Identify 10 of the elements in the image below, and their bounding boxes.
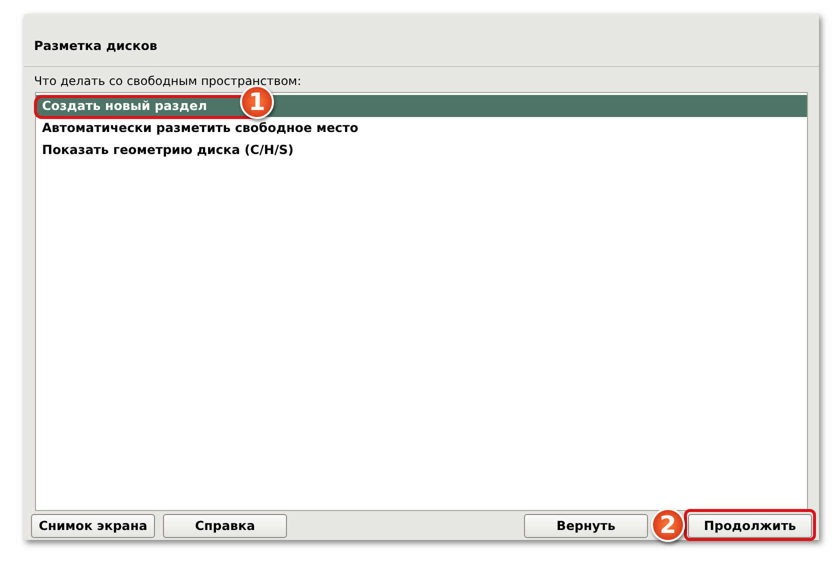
option-item[interactable]: Показать геометрию диска (C/H/S): [36, 139, 807, 161]
step-badge: 1: [240, 85, 274, 119]
prompt-label: Что делать со свободным пространством:: [34, 74, 302, 88]
dialog-title: Разметка дисков: [34, 38, 158, 53]
dialog-button[interactable]: Справка: [163, 514, 287, 538]
step-badge: 2: [651, 508, 685, 542]
option-item[interactable]: Автоматически разметить свободное место: [36, 117, 807, 139]
dialog-button[interactable]: Вернуть: [524, 514, 648, 538]
dialog-button[interactable]: Продолжить: [688, 514, 812, 538]
dialog-button[interactable]: Снимок экрана: [31, 514, 155, 538]
